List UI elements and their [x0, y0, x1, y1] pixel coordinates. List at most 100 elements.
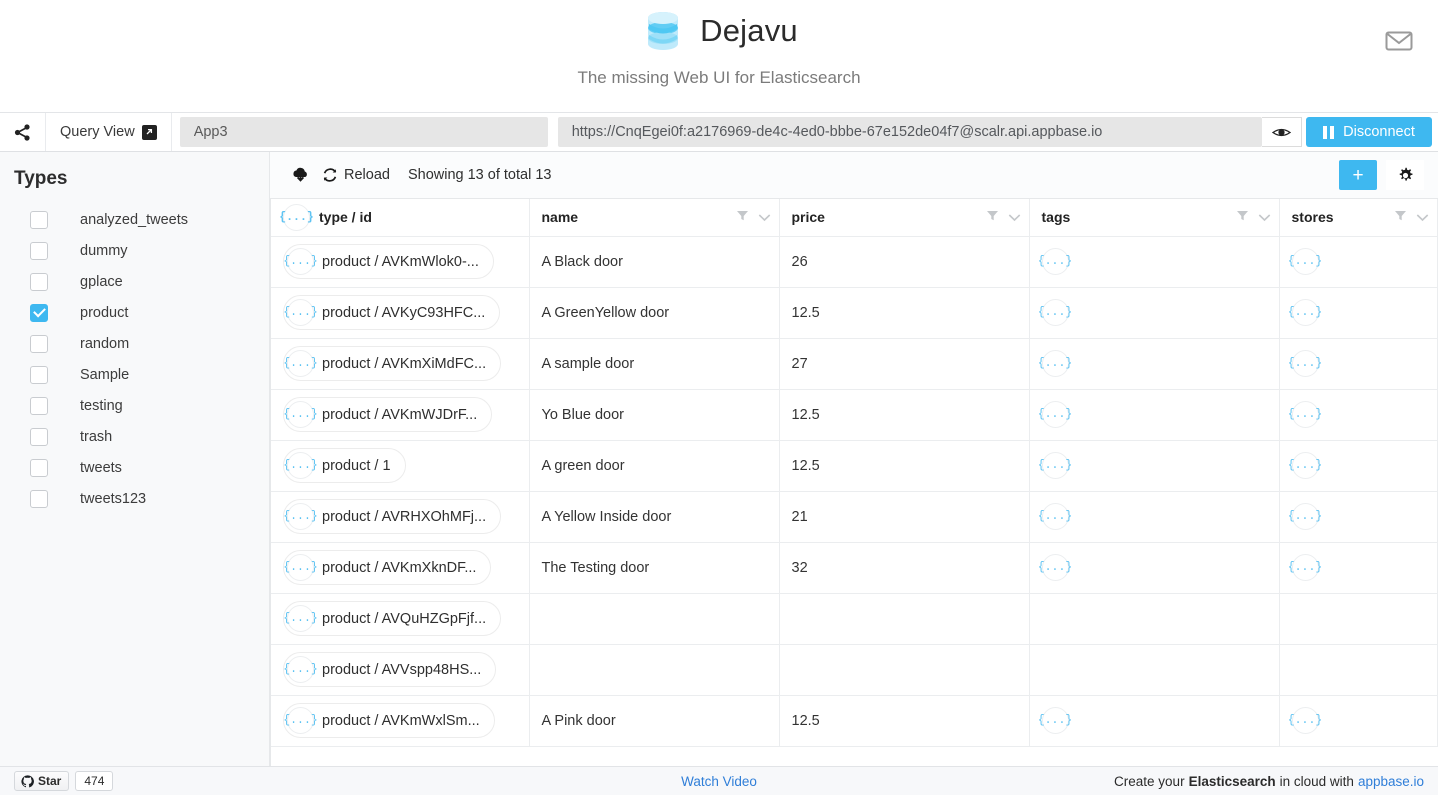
json-badge-icon[interactable]: {...}: [1288, 350, 1322, 377]
cell-name[interactable]: A Black door: [529, 236, 780, 288]
chevron-down-icon[interactable]: [1008, 209, 1021, 225]
watch-video-link[interactable]: Watch Video: [681, 774, 757, 789]
cell-name[interactable]: A Yellow Inside door: [529, 491, 780, 543]
json-badge-icon[interactable]: {...}: [1038, 452, 1072, 479]
cell-name[interactable]: [529, 644, 780, 696]
json-badge-icon[interactable]: {...}: [1038, 503, 1072, 530]
disconnect-button[interactable]: Disconnect: [1306, 117, 1432, 147]
cell-tags[interactable]: [1029, 593, 1280, 645]
json-badge-icon[interactable]: {...}: [1288, 248, 1322, 275]
cell-id[interactable]: {...} product / AVKmXiMdFC...: [271, 338, 530, 390]
record-id-pill[interactable]: {...} product / AVVspp48HS...: [283, 652, 497, 687]
type-item[interactable]: Sample: [0, 359, 269, 390]
cell-id[interactable]: {...} product / AVKmWxlSm...: [271, 695, 530, 747]
table-row[interactable]: {...} product / AVKmXknDF... The Testing d…: [271, 542, 1438, 594]
cell-name[interactable]: [529, 593, 780, 645]
filter-funnel-icon[interactable]: [736, 209, 749, 225]
cell-tags[interactable]: {...}: [1029, 542, 1280, 594]
table-row[interactable]: {...} product / AVVspp48HS...: [271, 644, 1438, 696]
cell-id[interactable]: {...} product / AVQuHZGpFjf...: [271, 593, 530, 645]
cell-id[interactable]: {...} product / AVRHXOhMFj...: [271, 491, 530, 543]
type-item[interactable]: dummy: [0, 235, 269, 266]
table-row[interactable]: {...} product / AVKmXiMdFC... A sample doo…: [271, 338, 1438, 390]
type-item[interactable]: gplace: [0, 266, 269, 297]
type-item[interactable]: tweets123: [0, 483, 269, 514]
record-id-pill[interactable]: {...} product / 1: [283, 448, 406, 483]
json-badge-icon[interactable]: {...}: [1038, 248, 1072, 275]
cell-price[interactable]: 27: [779, 338, 1030, 390]
cell-price[interactable]: 26: [779, 236, 1030, 288]
column-header-tags[interactable]: tags: [1029, 199, 1280, 237]
cell-tags[interactable]: {...}: [1029, 440, 1280, 492]
column-header-stores[interactable]: stores: [1279, 199, 1438, 237]
github-star-button[interactable]: Star: [14, 771, 70, 791]
json-badge-icon[interactable]: {...}: [1288, 401, 1322, 428]
cell-stores[interactable]: {...}: [1279, 695, 1438, 747]
column-header-id[interactable]: {...} type / id: [271, 199, 530, 237]
app-name-input[interactable]: [179, 117, 548, 147]
cloud-download-icon[interactable]: [284, 161, 316, 189]
record-id-pill[interactable]: {...} product / AVKmWJDrF...: [283, 397, 493, 432]
cell-stores[interactable]: {...}: [1279, 236, 1438, 288]
table-row[interactable]: {...} product / 1 A green door 12.5 {...} {..…: [271, 440, 1438, 492]
record-id-pill[interactable]: {...} product / AVKmXknDF...: [283, 550, 492, 585]
reload-button[interactable]: Reload: [322, 167, 390, 183]
cell-tags[interactable]: {...}: [1029, 338, 1280, 390]
query-view-button[interactable]: Query View: [46, 113, 172, 151]
cell-stores[interactable]: {...}: [1279, 491, 1438, 543]
appbase-link[interactable]: appbase.io: [1358, 774, 1424, 789]
share-icon[interactable]: [0, 113, 46, 151]
filter-funnel-icon[interactable]: [1394, 209, 1407, 225]
cell-name[interactable]: A green door: [529, 440, 780, 492]
chevron-down-icon[interactable]: [1258, 209, 1271, 225]
column-header-price[interactable]: price: [779, 199, 1030, 237]
json-badge-icon[interactable]: {...}: [1038, 707, 1072, 734]
cell-id[interactable]: {...} product / 1: [271, 440, 530, 492]
cell-name[interactable]: A GreenYellow door: [529, 287, 780, 339]
type-item[interactable]: analyzed_tweets: [0, 204, 269, 235]
type-checkbox[interactable]: [30, 334, 48, 353]
type-checkbox[interactable]: [30, 365, 48, 384]
type-checkbox[interactable]: [30, 272, 48, 291]
table-row[interactable]: {...} product / AVKmWJDrF... Yo Blue door 1…: [271, 389, 1438, 441]
type-checkbox[interactable]: [30, 489, 48, 508]
type-checkbox[interactable]: [30, 303, 48, 322]
cell-price[interactable]: [779, 644, 1030, 696]
column-header-name[interactable]: name: [529, 199, 780, 237]
type-item[interactable]: tweets: [0, 452, 269, 483]
cell-price[interactable]: 12.5: [779, 440, 1030, 492]
json-badge-icon[interactable]: {...}: [1038, 299, 1072, 326]
table-row[interactable]: {...} product / AVKyC93HFC... A GreenYello…: [271, 287, 1438, 339]
cell-price[interactable]: 32: [779, 542, 1030, 594]
json-badge-icon[interactable]: {...}: [1038, 401, 1072, 428]
cell-price[interactable]: 12.5: [779, 389, 1030, 441]
cell-name[interactable]: Yo Blue door: [529, 389, 780, 441]
type-checkbox[interactable]: [30, 458, 48, 477]
type-checkbox[interactable]: [30, 427, 48, 446]
type-item[interactable]: trash: [0, 421, 269, 452]
github-star-count[interactable]: 474: [75, 771, 114, 791]
cell-tags[interactable]: {...}: [1029, 389, 1280, 441]
record-id-pill[interactable]: {...} product / AVQuHZGpFjf...: [283, 601, 502, 636]
gear-icon[interactable]: [1386, 160, 1424, 190]
record-id-pill[interactable]: {...} product / AVKmXiMdFC...: [283, 346, 502, 381]
record-id-pill[interactable]: {...} product / AVKyC93HFC...: [283, 295, 501, 330]
chevron-down-icon[interactable]: [1416, 209, 1429, 225]
cell-id[interactable]: {...} product / AVVspp48HS...: [271, 644, 530, 696]
table-row[interactable]: {...} product / AVRHXOhMFj... A Yellow Ins…: [271, 491, 1438, 543]
cell-price[interactable]: 21: [779, 491, 1030, 543]
type-checkbox[interactable]: [30, 210, 48, 229]
cell-stores[interactable]: {...}: [1279, 389, 1438, 441]
json-badge-icon[interactable]: {...}: [1288, 452, 1322, 479]
cell-id[interactable]: {...} product / AVKmXknDF...: [271, 542, 530, 594]
json-badge-icon[interactable]: {...}: [1288, 707, 1322, 734]
json-badge-icon[interactable]: {...}: [1288, 554, 1322, 581]
cell-stores[interactable]: {...}: [1279, 338, 1438, 390]
envelope-icon[interactable]: [1382, 26, 1416, 56]
table-row[interactable]: {...} product / AVKmWlok0-... A Black door…: [271, 236, 1438, 288]
record-id-pill[interactable]: {...} product / AVKmWlok0-...: [283, 244, 494, 279]
cell-stores[interactable]: {...}: [1279, 287, 1438, 339]
cell-id[interactable]: {...} product / AVKmWlok0-...: [271, 236, 530, 288]
record-id-pill[interactable]: {...} product / AVRHXOhMFj...: [283, 499, 502, 534]
filter-funnel-icon[interactable]: [1236, 209, 1249, 225]
